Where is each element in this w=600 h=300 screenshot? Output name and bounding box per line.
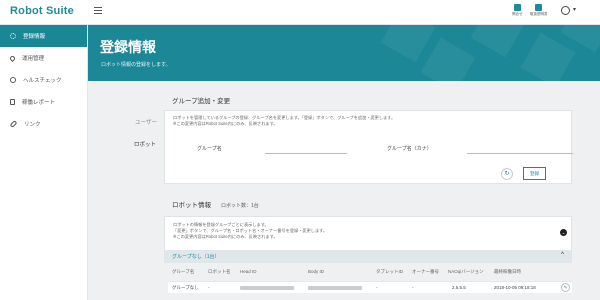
heart-icon	[10, 77, 16, 83]
manual-button[interactable]: 取扱説明書	[530, 4, 548, 17]
group-section-title: グループ追加・変更	[172, 98, 231, 105]
page-header-banner: 登録情報 ロボット情報の登録をします。	[88, 25, 600, 81]
tab-list: ユーザー ロボット	[108, 111, 165, 155]
column-header: Body ID	[308, 269, 325, 274]
sidebar-item-health-check[interactable]: ヘルスチェック	[0, 69, 87, 91]
sidebar-item-links[interactable]: リンク	[0, 113, 87, 135]
gear-icon	[10, 33, 16, 39]
sidebar-item-label: ヘルスチェック	[23, 78, 62, 84]
column-header: NAOqiバージョン	[448, 269, 484, 274]
body-id-redacted	[308, 286, 362, 290]
link-icon	[9, 120, 18, 128]
collapse-toggle-icon[interactable]: ⌄	[560, 229, 567, 236]
group-kana-label: グループ名（カナ）	[387, 146, 432, 152]
page-title: 登録情報	[100, 39, 156, 55]
top-bar: Robot Suite 問合せ 取扱説明書 ▾	[0, 0, 600, 25]
sidebar-item-label: 運用管理	[22, 56, 45, 62]
group-header-bar[interactable]: グループなし（1台） ^	[164, 250, 572, 263]
sidebar: 登録情報 運用管理 ヘルスチェック 稼働レポート リンク	[0, 25, 88, 300]
sidebar-item-label: 登録情報	[23, 34, 46, 40]
reset-icon[interactable]: ↻	[501, 168, 513, 180]
head-id-redacted	[240, 286, 294, 290]
chevron-up-icon[interactable]: ^	[561, 252, 564, 258]
robot-name-cell: -	[208, 285, 210, 290]
group-kana-input[interactable]	[467, 153, 573, 154]
save-button[interactable]: 登録	[523, 167, 546, 180]
sidebar-item-report[interactable]: 稼働レポート	[0, 91, 87, 113]
group-description-2: ※この変更内容はRobot Suite内にのみ、反映されます。	[173, 121, 278, 126]
sidebar-item-operations[interactable]: 運用管理	[0, 47, 87, 69]
user-avatar-icon[interactable]	[561, 6, 570, 15]
last-active-cell: 2018-10-05 09:18:18	[494, 285, 536, 290]
location-pin-icon	[8, 54, 17, 62]
phone-icon	[513, 4, 521, 11]
robot-info-card: ロボットの情報を登録グループごとに表示します。 「変更」ボタンで、グループ名・ロ…	[164, 216, 572, 250]
group-form-card: ロボットを管理しているグループの登録、グループ名を変更します。「登録」ボタンで、…	[164, 110, 573, 184]
sidebar-item-registration[interactable]: 登録情報	[0, 25, 87, 47]
column-header: タブレットID	[376, 269, 403, 274]
sidebar-item-label: リンク	[24, 122, 41, 128]
group-label: グループなし（1台）	[172, 254, 220, 260]
table-header: グループ名 ロボット名 Head ID Body ID タブレットID オーナー…	[168, 266, 572, 278]
owner-number-cell: -	[412, 285, 414, 290]
page-subtitle: ロボット情報の登録をします。	[101, 62, 171, 68]
column-header: Head ID	[240, 269, 257, 274]
robot-count: ロボット数：1台	[221, 203, 259, 209]
tab-user[interactable]: ユーザー	[108, 111, 165, 133]
group-cell: グループなし	[172, 285, 199, 290]
column-header: ロボット名	[208, 269, 231, 274]
tablet-id-cell: -	[376, 285, 378, 290]
table-row: グループなし - - - 2.5.5.5 2018-10-05 09:18:18…	[168, 281, 572, 293]
sidebar-item-label: 稼働レポート	[22, 100, 56, 106]
column-header: グループ名	[172, 269, 195, 274]
tab-robot[interactable]: ロボット	[108, 133, 165, 155]
edit-icon[interactable]: ✎	[561, 283, 570, 292]
book-icon	[535, 4, 543, 11]
report-icon	[10, 99, 15, 105]
column-header: オーナー番号	[412, 269, 439, 274]
contact-button[interactable]: 問合せ	[512, 4, 523, 17]
app-logo[interactable]: Robot Suite	[10, 5, 74, 17]
column-header: 最終稼働日時	[494, 269, 521, 274]
naoqi-version-cell: 2.5.5.5	[452, 285, 466, 290]
robot-section-title: ロボット情報 ロボット数：1台	[172, 202, 259, 209]
chevron-down-icon[interactable]: ▾	[573, 6, 576, 13]
robot-description-3: ※この変更内容はRobot Suite内にのみ、反映されます。	[173, 234, 278, 239]
group-name-label: グループ名	[197, 146, 222, 152]
menu-toggle-icon[interactable]	[94, 7, 102, 15]
group-name-input[interactable]	[265, 153, 347, 154]
